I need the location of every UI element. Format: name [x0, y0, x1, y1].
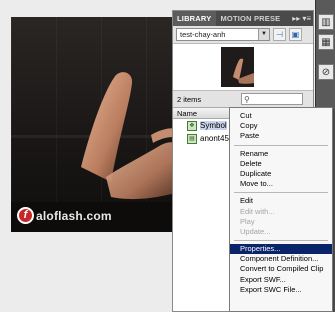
- tab-library[interactable]: LIBRARY: [173, 11, 217, 26]
- photo-figure: [11, 72, 179, 232]
- menu-item-properties[interactable]: Properties...: [230, 244, 332, 255]
- menu-item-export-swf[interactable]: Export SWF...: [230, 275, 332, 285]
- movie-clip-icon: ❖: [187, 120, 197, 131]
- bitmap-icon: ▤: [187, 133, 197, 144]
- watermark: f aloflash.com: [17, 207, 112, 224]
- flash-logo-icon: f: [17, 207, 34, 224]
- pin-icon[interactable]: ⊣: [273, 28, 286, 41]
- menu-item-play: Play: [240, 216, 255, 226]
- item-name: anont45: [200, 134, 229, 143]
- properties-panel-icon[interactable]: ▥: [318, 14, 334, 30]
- menu-item-rename[interactable]: Rename: [230, 149, 332, 159]
- menu-item-copy[interactable]: Copy: [230, 121, 332, 131]
- menu-item-update: Update...: [240, 226, 271, 236]
- new-library-panel-icon[interactable]: ▣: [289, 28, 302, 41]
- item-preview: [173, 43, 313, 91]
- search-icon: ⚲: [244, 95, 250, 104]
- item-name: Symbol: [200, 121, 227, 130]
- stage-canvas[interactable]: f aloflash.com: [11, 17, 179, 232]
- menu-item-duplicate[interactable]: Duplicate: [230, 169, 332, 179]
- menu-separator: [234, 144, 328, 146]
- chevron-down-icon: ▼: [258, 29, 269, 40]
- menu-item-edit-with: Edit with...: [240, 206, 275, 216]
- document-select[interactable]: test-chay-anh ▼: [176, 28, 270, 41]
- panel-tabbar: LIBRARY MOTION PRESE ▸▸ ▾≡: [173, 11, 313, 26]
- menu-item-cut[interactable]: Cut: [230, 111, 332, 121]
- document-name: test-chay-anh: [180, 30, 226, 39]
- motion-editor-icon[interactable]: ⊘: [318, 64, 334, 80]
- watermark-text: aloflash.com: [36, 208, 112, 223]
- menu-item-move-to[interactable]: Move to...: [230, 179, 332, 189]
- library-search-input[interactable]: ⚲: [241, 93, 303, 105]
- menu-item-component-definition[interactable]: Component Definition...: [230, 254, 332, 264]
- image-panel-icon[interactable]: ▦: [318, 34, 334, 50]
- menu-separator: [234, 240, 328, 242]
- preview-thumbnail: [221, 47, 254, 87]
- context-menu: Cut Copy Paste Rename Delete Duplicate M…: [229, 107, 333, 312]
- tab-motion-presets[interactable]: MOTION PRESE: [216, 11, 285, 26]
- menu-item-convert-compiled-clip[interactable]: Convert to Compiled Clip: [230, 264, 332, 274]
- menu-item-edit[interactable]: Edit: [230, 196, 332, 206]
- menu-item-paste[interactable]: Paste: [230, 131, 332, 141]
- menu-item-export-swc[interactable]: Export SWC File...: [230, 285, 332, 295]
- item-count: 2 items: [177, 94, 202, 104]
- collapse-icon[interactable]: ▸▸: [292, 14, 300, 23]
- panel-menu-icon[interactable]: ▾≡: [302, 14, 311, 23]
- count-row: 2 items ⚲: [173, 91, 313, 107]
- menu-item-delete[interactable]: Delete: [230, 159, 332, 169]
- panel-controls: ▸▸ ▾≡: [292, 12, 311, 25]
- document-row: test-chay-anh ▼ ⊣ ▣: [173, 26, 313, 43]
- menu-separator: [234, 192, 328, 194]
